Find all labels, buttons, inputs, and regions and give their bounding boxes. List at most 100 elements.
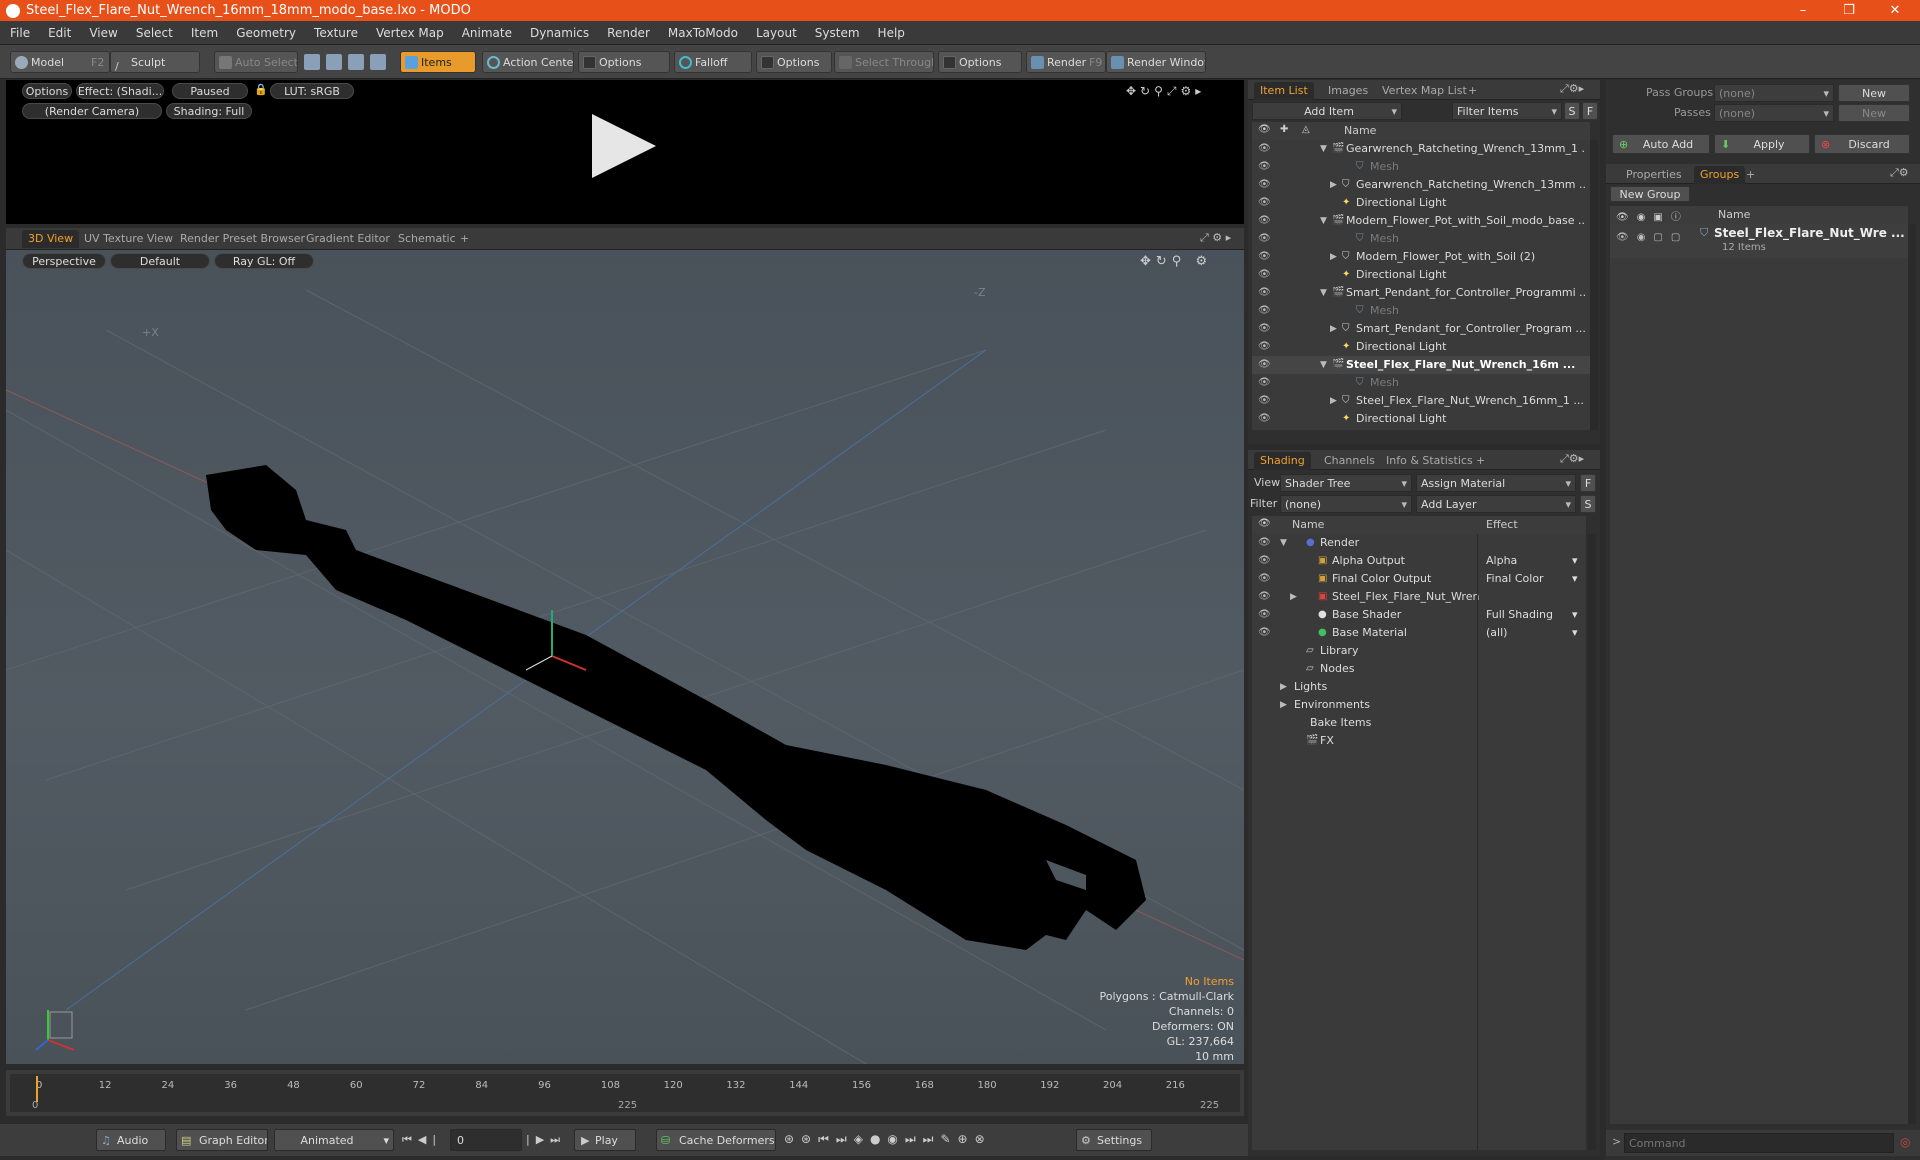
visibility-eye-icon[interactable]: 👁 bbox=[1258, 287, 1271, 299]
expand-arrow-icon[interactable]: ▼ bbox=[1320, 140, 1327, 158]
key-tool-icons[interactable]: ⊛⊛⏮⏭◈●◉⏭⏭✎⊕⊗ bbox=[784, 1132, 992, 1147]
visibility-eye-icon[interactable]: 👁 bbox=[1258, 573, 1271, 585]
tab-info-statistics[interactable]: Info & Statistics bbox=[1380, 452, 1479, 470]
shader-tree-row[interactable]: ▱ Library bbox=[1252, 642, 1586, 660]
item-list-row[interactable]: 👁 ▶ ⛉ Steel_Flex_Flare_Nut_Wrench_16mm_1 ..… bbox=[1252, 392, 1590, 410]
edges-mode-icon[interactable] bbox=[326, 54, 342, 70]
tab-groups[interactable]: Groups bbox=[1694, 166, 1746, 184]
tab-item-list[interactable]: Item List bbox=[1254, 82, 1314, 100]
panel-expand-icons[interactable]: ⤢⚙ bbox=[1890, 166, 1909, 180]
collapse-arrow-icon[interactable]: ▶ bbox=[1330, 392, 1337, 410]
expand-arrow-icon[interactable]: ▼ bbox=[1320, 284, 1327, 302]
add-layer-dropdown[interactable]: Add Layer bbox=[1416, 495, 1576, 513]
item-list-row[interactable]: 👁 ▼ 🎬 Gearwrench_Ratcheting_Wrench_13mm_1 .… bbox=[1252, 140, 1590, 158]
tab-gradient-editor[interactable]: Gradient Editor bbox=[300, 230, 396, 248]
tab-uv-texture-view[interactable]: UV Texture View bbox=[78, 230, 179, 248]
effect-dropdown[interactable]: Final Color ▾ bbox=[1482, 570, 1582, 588]
polygons-mode-icon[interactable] bbox=[348, 54, 364, 70]
visibility-eye-icon[interactable]: 👁 bbox=[1258, 161, 1271, 173]
auto-select-button[interactable]: Auto Select bbox=[214, 51, 298, 73]
menu-system[interactable]: System bbox=[806, 26, 869, 40]
assign-material-dropdown[interactable]: Assign Material bbox=[1416, 474, 1576, 492]
name-column-header[interactable]: Name bbox=[1344, 124, 1376, 137]
menu-select[interactable]: Select bbox=[127, 26, 182, 40]
tab-vertex-map-list[interactable]: Vertex Map List bbox=[1376, 82, 1473, 100]
maximize-button[interactable]: ❐ bbox=[1826, 0, 1872, 21]
new-group-button[interactable]: New Group bbox=[1610, 186, 1690, 202]
collapse-arrow-icon[interactable]: ▶ bbox=[1330, 248, 1337, 266]
collapse-arrow-icon[interactable]: ▶ bbox=[1330, 320, 1337, 338]
falloff-options-button[interactable]: Options bbox=[756, 51, 832, 73]
groups-scrollbar[interactable] bbox=[1908, 224, 1916, 1124]
select-through-button[interactable]: Select Through bbox=[834, 51, 934, 73]
render-window-button[interactable]: Render Window bbox=[1106, 51, 1206, 73]
vertices-mode-icon[interactable] bbox=[304, 54, 320, 70]
menu-vertex-map[interactable]: Vertex Map bbox=[367, 26, 453, 40]
visibility-eye-icon[interactable]: 👁 bbox=[1258, 323, 1271, 335]
group-row-toggles[interactable]: 👁◉▢▢ bbox=[1616, 232, 1688, 243]
item-list-row[interactable]: 👁 ✦ Directional Light bbox=[1252, 338, 1590, 356]
tab-3d-view[interactable]: 3D View bbox=[22, 230, 80, 248]
tab-shading[interactable]: Shading bbox=[1254, 452, 1311, 470]
select-through-options-button[interactable]: Options bbox=[938, 51, 1022, 73]
visibility-eye-icon[interactable]: 👁 bbox=[1258, 555, 1271, 567]
collapse-arrow-icon[interactable]: ▶ bbox=[1280, 678, 1287, 696]
shading-s-button[interactable]: S bbox=[1580, 495, 1596, 513]
lock-icon[interactable]: 🔒 bbox=[254, 83, 268, 96]
visibility-eye-icon[interactable]: 👁 bbox=[1258, 179, 1271, 191]
visibility-eye-icon[interactable]: 👁 bbox=[1258, 341, 1271, 353]
tab-channels[interactable]: Channels bbox=[1318, 452, 1381, 470]
menu-view[interactable]: View bbox=[80, 26, 126, 40]
panel-expand-icons[interactable]: ⤢⚙▸ bbox=[1560, 452, 1584, 466]
shader-tree-row[interactable]: ▶ Lights bbox=[1252, 678, 1586, 696]
shader-tree-row[interactable]: 👁 ● Base Shader Full Shading ▾ bbox=[1252, 606, 1586, 624]
visibility-eye-icon[interactable]: 👁 bbox=[1258, 197, 1271, 209]
tab-images[interactable]: Images bbox=[1322, 82, 1374, 100]
items-mode-button[interactable]: Items bbox=[400, 51, 476, 73]
frame-input[interactable]: 0 bbox=[450, 1129, 522, 1151]
play-icon[interactable] bbox=[592, 114, 656, 178]
shader-tree-row[interactable]: ▱ Nodes bbox=[1252, 660, 1586, 678]
shader-tree-row[interactable]: ▶ Environments bbox=[1252, 696, 1586, 714]
visibility-eye-icon[interactable]: 👁 bbox=[1258, 269, 1271, 281]
add-tab-button[interactable]: + bbox=[1462, 82, 1483, 100]
graph-editor-button[interactable]: ▤ Graph Editor bbox=[176, 1129, 268, 1151]
visibility-eye-icon[interactable]: 👁 bbox=[1258, 359, 1271, 371]
timeline-playhead[interactable] bbox=[36, 1076, 38, 1102]
menu-item[interactable]: Item bbox=[182, 26, 227, 40]
ray-gl-toggle[interactable]: Ray GL: Off bbox=[214, 253, 314, 269]
visibility-eye-icon[interactable]: 👁 bbox=[1258, 591, 1271, 603]
menu-dynamics[interactable]: Dynamics bbox=[521, 26, 598, 40]
shader-tree-row[interactable]: 👁 ▶ ▣ Steel_Flex_Flare_Nut_Wren ... bbox=[1252, 588, 1586, 606]
visibility-eye-icon[interactable]: 👁 bbox=[1258, 251, 1271, 263]
menu-edit[interactable]: Edit bbox=[39, 26, 80, 40]
shader-tree-row[interactable]: 🎬 FX bbox=[1252, 732, 1586, 750]
record-icon[interactable]: ◎ bbox=[1900, 1135, 1910, 1149]
menu-animate[interactable]: Animate bbox=[453, 26, 521, 40]
visibility-eye-icon[interactable]: 👁 bbox=[1258, 627, 1271, 639]
item-list-row[interactable]: 👁 ✦ Directional Light bbox=[1252, 410, 1590, 428]
shader-tree-row[interactable]: Bake Items bbox=[1252, 714, 1586, 732]
menu-layout[interactable]: Layout bbox=[747, 26, 806, 40]
falloff-button[interactable]: Falloff bbox=[674, 51, 752, 73]
visibility-eye-icon[interactable]: 👁 bbox=[1258, 233, 1271, 245]
item-list-row[interactable]: 👁 ▼ 🎬 Steel_Flex_Flare_Nut_Wrench_16m ... bbox=[1252, 356, 1590, 374]
lut-dropdown[interactable]: LUT: sRGB bbox=[270, 83, 354, 99]
command-input[interactable] bbox=[1624, 1133, 1894, 1153]
perspective-dropdown[interactable]: Perspective bbox=[22, 253, 106, 269]
menu-file[interactable]: File bbox=[0, 26, 39, 40]
effect-dropdown[interactable]: Effect: (Shadi... bbox=[76, 83, 164, 99]
shader-tree-scrollbar[interactable] bbox=[1588, 534, 1596, 1150]
menu-help[interactable]: Help bbox=[869, 26, 914, 40]
visibility-eye-icon[interactable]: 👁 bbox=[1258, 537, 1271, 549]
item-list-row[interactable]: 👁 ⛉ Mesh bbox=[1252, 374, 1590, 392]
shader-name-header[interactable]: Name bbox=[1292, 518, 1324, 531]
tab-properties[interactable]: Properties bbox=[1620, 166, 1688, 184]
filter-items-input[interactable]: Filter Items bbox=[1452, 102, 1562, 120]
passes-dropdown[interactable]: (none) bbox=[1714, 104, 1834, 122]
render-button[interactable]: Render F9 bbox=[1026, 51, 1106, 73]
expand-arrow-icon[interactable]: ▼ bbox=[1320, 356, 1327, 374]
transport-back-icons[interactable]: ⏮◀| bbox=[402, 1133, 442, 1147]
preview-options-button[interactable]: Options bbox=[22, 83, 72, 99]
shader-tree-row[interactable]: 👁 ▣ Alpha Output Alpha ▾ bbox=[1252, 552, 1586, 570]
